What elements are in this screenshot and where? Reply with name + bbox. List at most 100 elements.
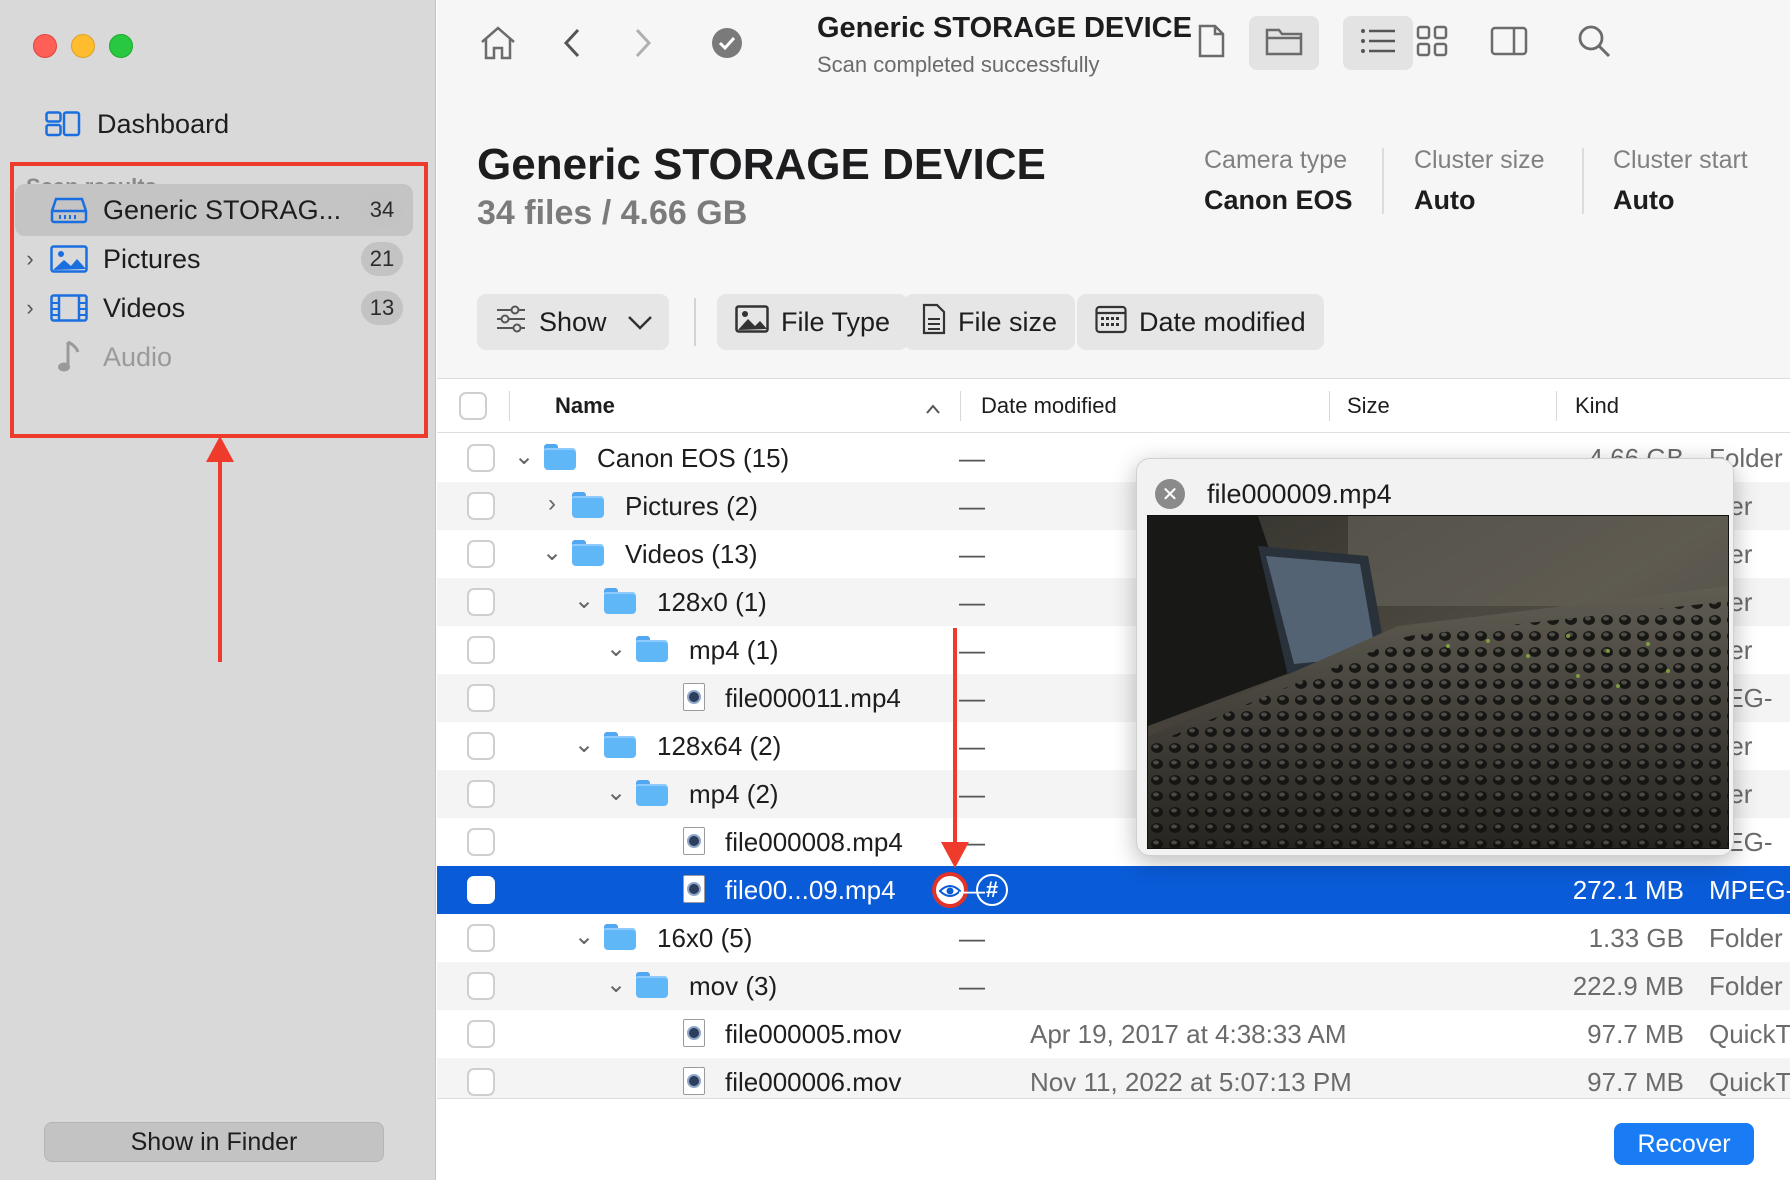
row-size: 272.1 MB [1572, 875, 1684, 905]
table-row[interactable]: file000006.mov Nov 11, 2022 at 5:07:13 P… [437, 1058, 1790, 1098]
highlight-box [10, 162, 428, 438]
folder-view-button[interactable] [1249, 16, 1319, 70]
row-date: — [959, 779, 985, 809]
file-type-filter-button[interactable]: File Type [717, 294, 909, 350]
table-header: Name Date modified Size Kind [437, 379, 1790, 433]
window-controls [33, 34, 133, 58]
grid-view-button[interactable] [1397, 16, 1467, 70]
close-window-button[interactable] [33, 34, 57, 58]
video-file-icon [683, 1019, 705, 1047]
folder-icon [1265, 26, 1303, 61]
sort-ascending-icon[interactable] [925, 395, 941, 421]
video-file-icon [683, 1067, 705, 1095]
row-checkbox[interactable] [467, 684, 495, 712]
scan-complete-icon [704, 20, 750, 66]
calendar-icon [1095, 304, 1127, 341]
home-icon[interactable] [475, 20, 521, 66]
meta-label: Camera type [1204, 146, 1348, 174]
chevron-down-icon[interactable]: ⌄ [604, 634, 628, 663]
row-checkbox[interactable] [467, 1068, 495, 1096]
sidebar-toggle-button[interactable] [1474, 16, 1544, 70]
annotation-arrow-down [941, 628, 969, 868]
row-date: — [959, 683, 985, 713]
row-date: — [959, 491, 985, 521]
chevron-down-icon[interactable]: ⌄ [512, 442, 536, 471]
meta-value: Canon EOS [1204, 185, 1353, 215]
sidebar-item-dashboard[interactable]: Dashboard [15, 98, 413, 150]
column-header-name[interactable]: Name [555, 393, 615, 419]
column-header-kind[interactable]: Kind [1575, 393, 1619, 419]
meta-cluster-size: Cluster size Auto [1414, 146, 1545, 216]
table-row[interactable]: ⌄ 16x0 (5) — 1.33 GB Folder [437, 914, 1790, 962]
preview-popover: ✕ file000009.mp4 [1136, 458, 1734, 856]
table-row-selected[interactable]: file00...09.mp4 # — 272.1 MB MPEG- [437, 866, 1790, 914]
chevron-down-icon[interactable]: ⌄ [604, 778, 628, 807]
row-checkbox[interactable] [467, 828, 495, 856]
row-kind: MPEG- [1709, 875, 1790, 905]
back-icon[interactable] [549, 20, 595, 66]
zoom-window-button[interactable] [109, 34, 133, 58]
file-view-button[interactable] [1176, 16, 1246, 70]
recover-button[interactable]: Recover [1614, 1123, 1754, 1165]
table-row[interactable]: ⌄ mov (3) — 222.9 MB Folder [437, 962, 1790, 1010]
row-checkbox[interactable] [467, 876, 495, 904]
file-type-label: File Type [781, 306, 891, 337]
meta-label: Cluster size [1414, 146, 1545, 174]
chevron-down-icon[interactable]: ⌄ [572, 922, 596, 951]
file-size-label: File size [958, 306, 1058, 337]
row-size: 222.9 MB [1572, 971, 1684, 1001]
folder-icon [572, 540, 604, 566]
row-checkbox[interactable] [467, 588, 495, 616]
row-date: — [959, 539, 985, 569]
row-name: 128x0 (1) [657, 587, 767, 617]
row-checkbox[interactable] [467, 972, 495, 1000]
row-checkbox[interactable] [467, 492, 495, 520]
select-all-checkbox[interactable] [459, 392, 487, 420]
eye-icon [938, 875, 962, 906]
column-header-date[interactable]: Date modified [981, 393, 1117, 419]
row-checkbox[interactable] [467, 1020, 495, 1048]
toolbar-title: Generic STORAGE DEVICE [817, 12, 1192, 44]
show-in-finder-button[interactable]: Show in Finder [44, 1122, 384, 1162]
row-kind: QuickT [1709, 1067, 1790, 1097]
row-checkbox[interactable] [467, 924, 495, 952]
chevron-right-icon[interactable]: › [540, 490, 564, 518]
row-name: mov (3) [689, 971, 778, 1001]
row-date: — [959, 443, 985, 473]
chevron-down-icon[interactable]: ⌄ [540, 538, 564, 567]
row-size: 97.7 MB [1587, 1067, 1684, 1097]
list-icon [1360, 27, 1396, 60]
row-checkbox[interactable] [467, 636, 495, 664]
document-icon [922, 303, 946, 342]
meta-camera-type: Camera type Canon EOS [1204, 146, 1353, 216]
row-date: — [959, 923, 985, 953]
forward-icon[interactable] [620, 20, 666, 66]
row-kind: Folder [1709, 971, 1783, 1001]
minimize-window-button[interactable] [71, 34, 95, 58]
row-date: Apr 19, 2017 at 4:38:33 AM [1030, 1019, 1347, 1049]
row-date: — [959, 635, 985, 665]
date-modified-filter-button[interactable]: Date modified [1077, 294, 1324, 350]
file-size-filter-button[interactable]: File size [904, 294, 1076, 350]
row-checkbox[interactable] [467, 732, 495, 760]
chevron-down-icon[interactable]: ⌄ [572, 586, 596, 615]
divider [694, 298, 696, 346]
row-checkbox[interactable] [467, 444, 495, 472]
folder-icon [636, 780, 668, 806]
preview-image [1147, 515, 1729, 849]
chevron-down-icon[interactable]: ⌄ [604, 970, 628, 999]
chevron-down-icon[interactable]: ⌄ [572, 730, 596, 759]
row-checkbox[interactable] [467, 540, 495, 568]
close-preview-button[interactable]: ✕ [1155, 479, 1185, 509]
dashboard-icon [39, 107, 87, 141]
row-checkbox[interactable] [467, 780, 495, 808]
table-row[interactable]: file000005.mov Apr 19, 2017 at 4:38:33 A… [437, 1010, 1790, 1058]
row-date: — [959, 875, 985, 905]
grid-icon [1416, 25, 1448, 62]
meta-value: Auto [1414, 185, 1476, 215]
column-header-size[interactable]: Size [1347, 393, 1390, 419]
search-button[interactable] [1559, 16, 1629, 70]
annotation-arrow-up [206, 436, 234, 662]
show-filter-button[interactable]: Show [477, 294, 669, 350]
row-name: Canon EOS (15) [597, 443, 790, 473]
